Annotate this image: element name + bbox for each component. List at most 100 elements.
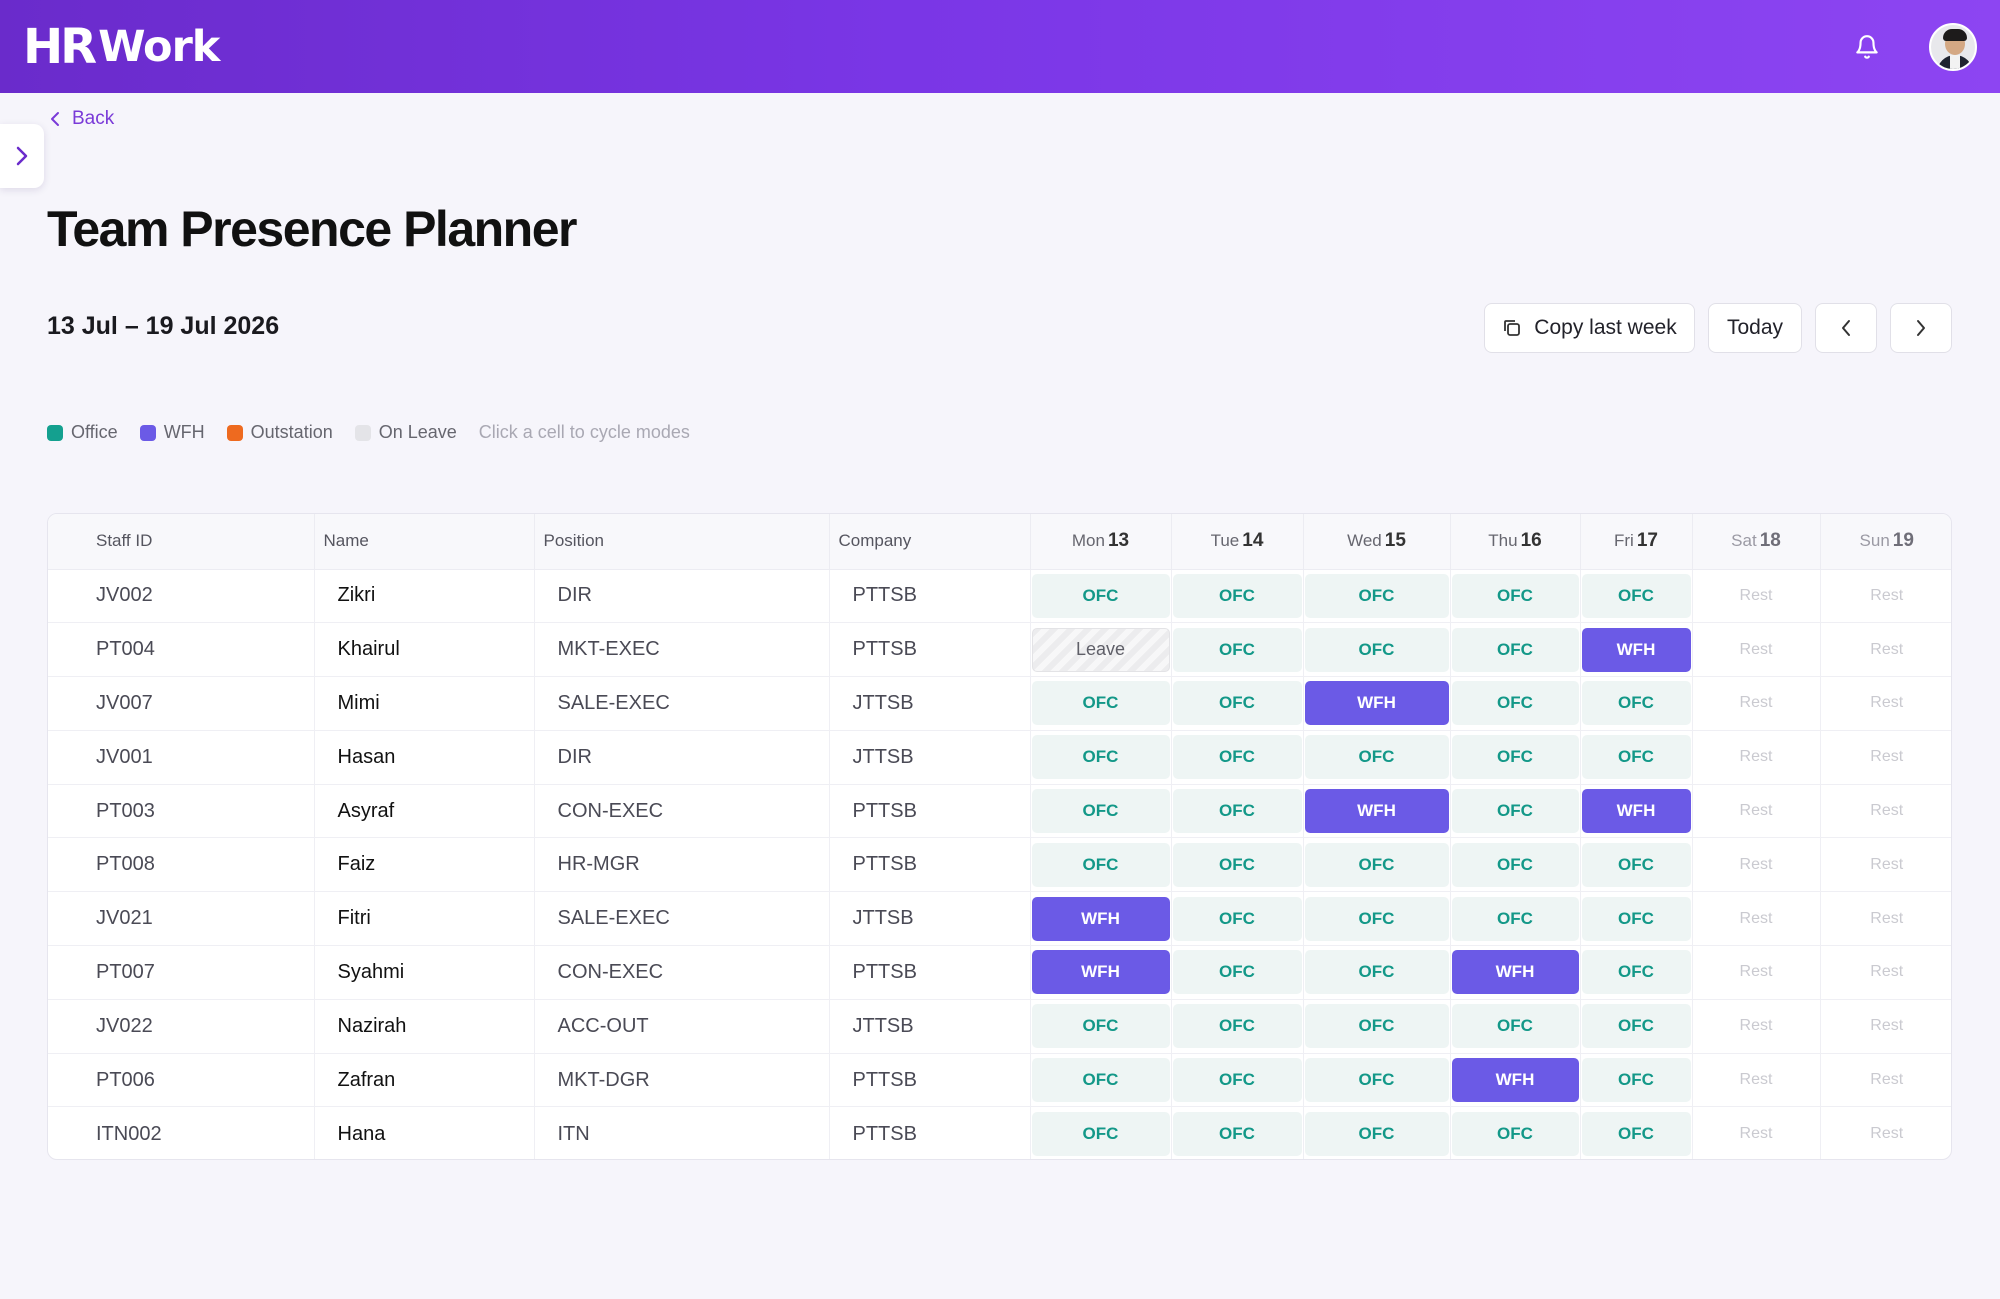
staff-id-cell: JV021	[48, 891, 315, 946]
presence-chip-rest: Rest	[1870, 1017, 1904, 1035]
week-range: 13 Jul – 19 Jul 2026	[47, 312, 280, 340]
name-cell: Mimi	[314, 676, 535, 731]
presence-cell: Leave	[1030, 622, 1172, 677]
presence-chip-ofc[interactable]: OFC	[1581, 573, 1691, 618]
presence-chip-ofc[interactable]: OFC	[1304, 1004, 1449, 1049]
presence-chip-ofc[interactable]: OFC	[1172, 789, 1302, 834]
app-logo[interactable]: HR Work	[23, 19, 220, 75]
presence-chip-ofc[interactable]: OFC	[1172, 896, 1302, 941]
presence-chip-ofc[interactable]: OFC	[1031, 735, 1170, 780]
presence-chip-ofc[interactable]: OFC	[1172, 950, 1302, 995]
presence-chip-ofc[interactable]: OFC	[1031, 1058, 1170, 1103]
presence-chip-ofc[interactable]: OFC	[1451, 1112, 1579, 1157]
presence-cell: OFC	[1303, 945, 1451, 1000]
column-header-position[interactable]: Position	[534, 514, 830, 570]
presence-chip-ofc[interactable]: OFC	[1031, 1112, 1170, 1157]
presence-chip-ofc[interactable]: OFC	[1451, 735, 1579, 780]
position-cell: MKT-DGR	[534, 1053, 830, 1107]
presence-cell: OFC	[1171, 622, 1304, 677]
table-row: JV007 Mimi SALE-EXEC JTTSB OFC OFC WFH OFC OFC Re…	[48, 676, 1951, 731]
presence-chip-ofc[interactable]: OFC	[1581, 1112, 1691, 1157]
presence-chip-leave[interactable]: Leave	[1031, 627, 1170, 672]
bell-icon[interactable]	[1845, 25, 1889, 69]
presence-chip-rest: Rest	[1870, 1071, 1904, 1089]
column-header-day: Sat 18	[1692, 514, 1821, 570]
presence-cell: OFC	[1450, 622, 1581, 677]
presence-chip-ofc[interactable]: OFC	[1451, 1004, 1579, 1049]
copy-last-week-button[interactable]: Copy last week	[1484, 303, 1695, 353]
page-title: Team Presence Planner	[47, 201, 577, 257]
presence-chip-wfh[interactable]: WFH	[1304, 681, 1449, 726]
presence-chip-ofc[interactable]: OFC	[1451, 627, 1579, 672]
presence-cell: Rest	[1692, 622, 1821, 677]
name-cell: Faiz	[314, 837, 535, 892]
presence-chip-ofc[interactable]: OFC	[1304, 1112, 1449, 1157]
presence-chip-wfh[interactable]: WFH	[1451, 950, 1579, 995]
chevron-right-icon	[1917, 320, 1925, 336]
previous-week-button[interactable]	[1815, 303, 1877, 353]
presence-chip-ofc[interactable]: OFC	[1172, 735, 1302, 780]
presence-cell: OFC	[1030, 676, 1172, 731]
presence-chip-ofc[interactable]: OFC	[1031, 681, 1170, 726]
presence-chip-ofc[interactable]: OFC	[1304, 627, 1449, 672]
presence-chip-ofc[interactable]: OFC	[1304, 1058, 1449, 1103]
legend-swatch	[354, 424, 371, 441]
day-name: Sun	[1859, 531, 1890, 551]
column-header-company[interactable]: Company	[829, 514, 1031, 570]
presence-chip-ofc[interactable]: OFC	[1172, 573, 1302, 618]
logo-text: Work	[98, 21, 220, 72]
today-button[interactable]: Today	[1708, 303, 1802, 353]
back-link[interactable]: Back	[50, 108, 114, 130]
presence-chip-ofc[interactable]: OFC	[1304, 735, 1449, 780]
presence-chip-ofc[interactable]: OFC	[1172, 1058, 1302, 1103]
presence-chip-ofc[interactable]: OFC	[1581, 681, 1691, 726]
company-cell: JTTSB	[829, 999, 1031, 1054]
presence-chip-ofc[interactable]: OFC	[1581, 896, 1691, 941]
top-bar: HR Work	[0, 0, 2000, 93]
presence-chip-ofc[interactable]: OFC	[1172, 681, 1302, 726]
user-avatar[interactable]	[1929, 22, 1977, 71]
presence-chip-ofc[interactable]: OFC	[1172, 1004, 1302, 1049]
presence-chip-ofc[interactable]: OFC	[1172, 842, 1302, 887]
legend: Office WFH Outstation On Leave Click a c…	[47, 422, 690, 443]
presence-chip-ofc[interactable]: OFC	[1451, 842, 1579, 887]
presence-chip-wfh[interactable]: WFH	[1031, 950, 1170, 995]
legend-item-on-leave: On Leave	[354, 422, 457, 443]
column-header-staff-id[interactable]: Staff ID	[48, 514, 315, 570]
presence-chip-ofc[interactable]: OFC	[1451, 681, 1579, 726]
column-header-name[interactable]: Name	[314, 514, 535, 570]
presence-chip-ofc[interactable]: OFC	[1031, 1004, 1170, 1049]
presence-chip-ofc[interactable]: OFC	[1031, 842, 1170, 887]
presence-chip-ofc[interactable]: OFC	[1581, 1004, 1691, 1049]
presence-chip-wfh[interactable]: WFH	[1451, 1058, 1579, 1103]
presence-chip-ofc[interactable]: OFC	[1581, 842, 1691, 887]
next-week-button[interactable]	[1890, 303, 1952, 353]
presence-cell: OFC	[1580, 891, 1693, 946]
presence-chip-ofc[interactable]: OFC	[1581, 950, 1691, 995]
presence-chip-ofc[interactable]: OFC	[1304, 950, 1449, 995]
presence-chip-ofc[interactable]: OFC	[1172, 1112, 1302, 1157]
presence-chip-ofc[interactable]: OFC	[1172, 627, 1302, 672]
presence-chip-wfh[interactable]: WFH	[1581, 627, 1691, 672]
presence-cell: OFC	[1171, 1106, 1304, 1159]
presence-chip-ofc[interactable]: OFC	[1451, 896, 1579, 941]
sidebar-toggle-button[interactable]	[0, 124, 44, 188]
presence-cell: Rest	[1692, 837, 1821, 892]
presence-chip-ofc[interactable]: OFC	[1451, 789, 1579, 834]
presence-chip-ofc[interactable]: OFC	[1031, 573, 1170, 618]
presence-cell: OFC	[1171, 569, 1304, 623]
presence-chip-wfh[interactable]: WFH	[1031, 896, 1170, 941]
presence-chip-ofc[interactable]: OFC	[1581, 735, 1691, 780]
presence-chip-ofc[interactable]: OFC	[1451, 573, 1579, 618]
presence-cell: OFC	[1171, 945, 1304, 1000]
presence-chip-wfh[interactable]: WFH	[1581, 789, 1691, 834]
presence-chip-ofc[interactable]: OFC	[1581, 1058, 1691, 1103]
presence-chip-ofc[interactable]: OFC	[1304, 573, 1449, 618]
chevron-left-icon	[51, 112, 59, 126]
presence-chip-ofc[interactable]: OFC	[1304, 842, 1449, 887]
presence-chip-ofc[interactable]: OFC	[1304, 896, 1449, 941]
presence-cell: WFH	[1030, 891, 1172, 946]
presence-chip-wfh[interactable]: WFH	[1304, 789, 1449, 834]
presence-chip-ofc[interactable]: OFC	[1031, 789, 1170, 834]
table-row: PT006 Zafran MKT-DGR PTTSB OFC OFC OFC WFH OFC Re…	[48, 1053, 1951, 1107]
